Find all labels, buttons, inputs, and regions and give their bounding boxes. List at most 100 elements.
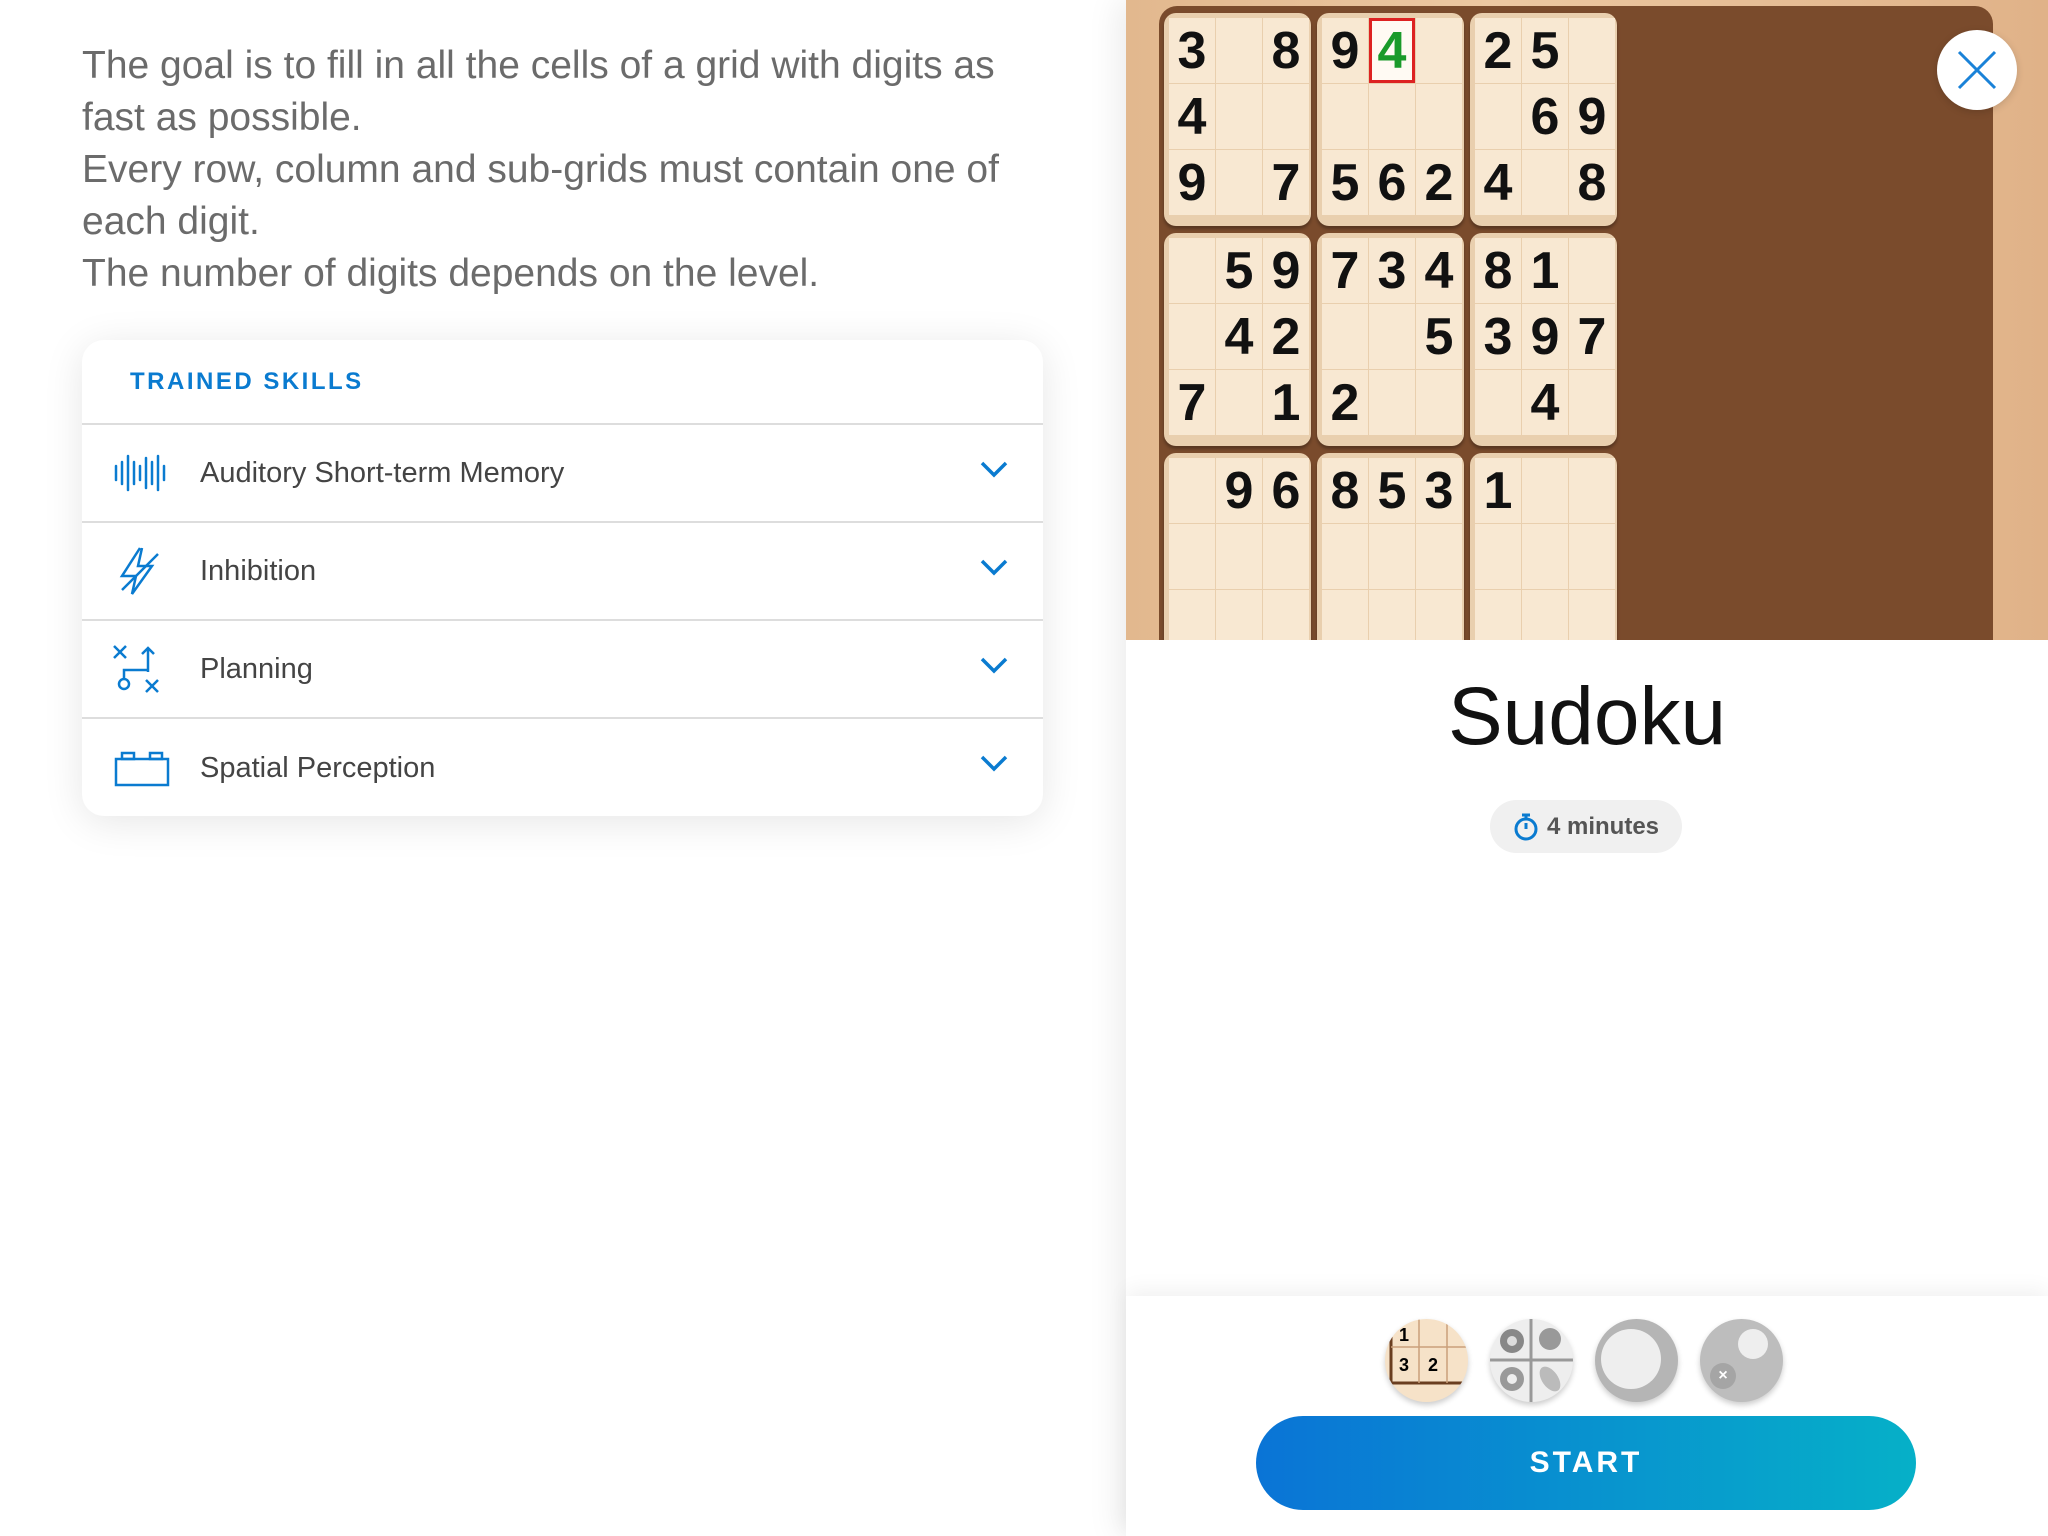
sudoku-cell [1263, 590, 1309, 640]
skill-spatial-perception[interactable]: Spatial Perception [82, 719, 1043, 816]
sudoku-cell [1169, 304, 1215, 369]
start-button[interactable]: START [1256, 1416, 1916, 1510]
sudoku-cell: 5 [1322, 150, 1368, 215]
sudoku-cell [1169, 590, 1215, 640]
sudoku-cell [1169, 458, 1215, 523]
sudoku-cell [1522, 524, 1568, 589]
chevron-down-icon[interactable] [979, 655, 1009, 675]
sudoku-cell [1522, 458, 1568, 523]
skill-auditory-memory[interactable]: Auditory Short-term Memory [82, 425, 1043, 523]
flowers-level-thumb[interactable] [1490, 1319, 1573, 1402]
lightning-icon [119, 547, 159, 595]
sudoku-cell: 9 [1569, 84, 1615, 149]
duration-text: 4 minutes [1546, 812, 1660, 840]
sudoku-cell: 5 [1416, 304, 1462, 369]
trained-skills-header: TRAINED SKILLS [82, 340, 1043, 425]
sudoku-box: 94 562 [1317, 13, 1464, 226]
sudoku-cell: 8 [1263, 18, 1309, 83]
dots-level-thumb[interactable]: × [1700, 1319, 1783, 1402]
sudoku-cell [1216, 524, 1262, 589]
sudoku-cell: 2 [1322, 370, 1368, 435]
stopwatch-icon [1514, 813, 1538, 840]
close-button[interactable] [1937, 30, 2017, 110]
sudoku-cell: 7 [1569, 304, 1615, 369]
sudoku-cell [1216, 370, 1262, 435]
sudoku-box: 38497 [1164, 13, 1311, 226]
sudoku-cell [1522, 590, 1568, 640]
skill-label: Inhibition [200, 554, 317, 587]
sudoku-box: 594271 [1164, 233, 1311, 446]
sudoku-cell [1475, 590, 1521, 640]
skill-label: Planning [200, 652, 313, 685]
sudoku-cell [1416, 18, 1462, 83]
sudoku-cell: 2 [1416, 150, 1462, 215]
sudoku-cell [1322, 524, 1368, 589]
trained-skills-card: TRAINED SKILLS Auditory Short-term Memor… [82, 340, 1043, 816]
sudoku-cell [1416, 84, 1462, 149]
circle-level-thumb[interactable] [1595, 1319, 1678, 1402]
sudoku-cell [1263, 524, 1309, 589]
strategy-icon [113, 645, 159, 693]
sudoku-cell [1369, 370, 1415, 435]
sudoku-cell: 5 [1522, 18, 1568, 83]
skill-inhibition[interactable]: Inhibition [82, 523, 1043, 621]
sudoku-cell: 3 [1369, 238, 1415, 303]
building-block-icon [114, 751, 170, 787]
sudoku-cell [1569, 370, 1615, 435]
skill-planning[interactable]: Planning [82, 621, 1043, 719]
sudoku-cell: 2 [1475, 18, 1521, 83]
skill-label: Auditory Short-term Memory [200, 456, 565, 489]
sudoku-cell [1475, 370, 1521, 435]
sudoku-cell: 4 [1369, 18, 1415, 83]
sudoku-cell [1369, 524, 1415, 589]
sudoku-cell [1216, 84, 1262, 149]
chevron-down-icon[interactable] [979, 753, 1009, 773]
sudoku-cell [1369, 84, 1415, 149]
game-description: The goal is to fill in all the cells of … [82, 40, 1042, 300]
sudoku-level-thumb[interactable]: 1 3 2 [1385, 1319, 1468, 1402]
sudoku-cell: 6 [1369, 150, 1415, 215]
sudoku-cell: 3 [1475, 304, 1521, 369]
sudoku-cell: 9 [1322, 18, 1368, 83]
chevron-down-icon[interactable] [979, 459, 1009, 479]
sudoku-cell: 7 [1322, 238, 1368, 303]
sudoku-cell: 1 [1263, 370, 1309, 435]
thumb-digit: 2 [1428, 1355, 1439, 1375]
skill-label: Spatial Perception [200, 751, 436, 784]
thumb-digit: 1 [1399, 1325, 1410, 1345]
sudoku-cell [1475, 524, 1521, 589]
sudoku-cell [1216, 590, 1262, 640]
sudoku-box: 73452 [1317, 233, 1464, 446]
duration-badge: 4 minutes [1490, 800, 1682, 853]
sudoku-cell [1569, 18, 1615, 83]
sudoku-box: 256948 [1470, 13, 1617, 226]
sudoku-cell: 5 [1369, 458, 1415, 523]
sudoku-cell [1322, 304, 1368, 369]
description-line: The goal is to fill in all the cells of … [82, 44, 995, 139]
sudoku-cell [1416, 524, 1462, 589]
thumb-digit: 3 [1399, 1355, 1410, 1375]
sudoku-cell: 5 [1216, 238, 1262, 303]
sudoku-cell: 8 [1569, 150, 1615, 215]
bottom-bar: 1 3 2 × START [1126, 1296, 2048, 1536]
sudoku-cell: 7 [1169, 370, 1215, 435]
sudoku-cell: 9 [1263, 238, 1309, 303]
sudoku-box: 1 [1470, 453, 1617, 640]
sudoku-cell [1216, 150, 1262, 215]
sudoku-cell: 4 [1216, 304, 1262, 369]
chevron-down-icon[interactable] [979, 557, 1009, 577]
sudoku-cell: 2 [1263, 304, 1309, 369]
sudoku-cell [1169, 524, 1215, 589]
sudoku-box: 853 [1317, 453, 1464, 640]
sudoku-cell [1322, 84, 1368, 149]
sudoku-preview-image: 384979456225694859427173452813974968531 [1126, 0, 2048, 640]
sudoku-cell: 3 [1416, 458, 1462, 523]
sudoku-cell [1569, 458, 1615, 523]
sudoku-cell [1522, 150, 1568, 215]
sudoku-cell: 8 [1322, 458, 1368, 523]
sudoku-cell [1263, 84, 1309, 149]
sudoku-cell: 3 [1169, 18, 1215, 83]
sudoku-cell [1416, 370, 1462, 435]
sudoku-cell [1369, 590, 1415, 640]
sudoku-cell: 4 [1416, 238, 1462, 303]
